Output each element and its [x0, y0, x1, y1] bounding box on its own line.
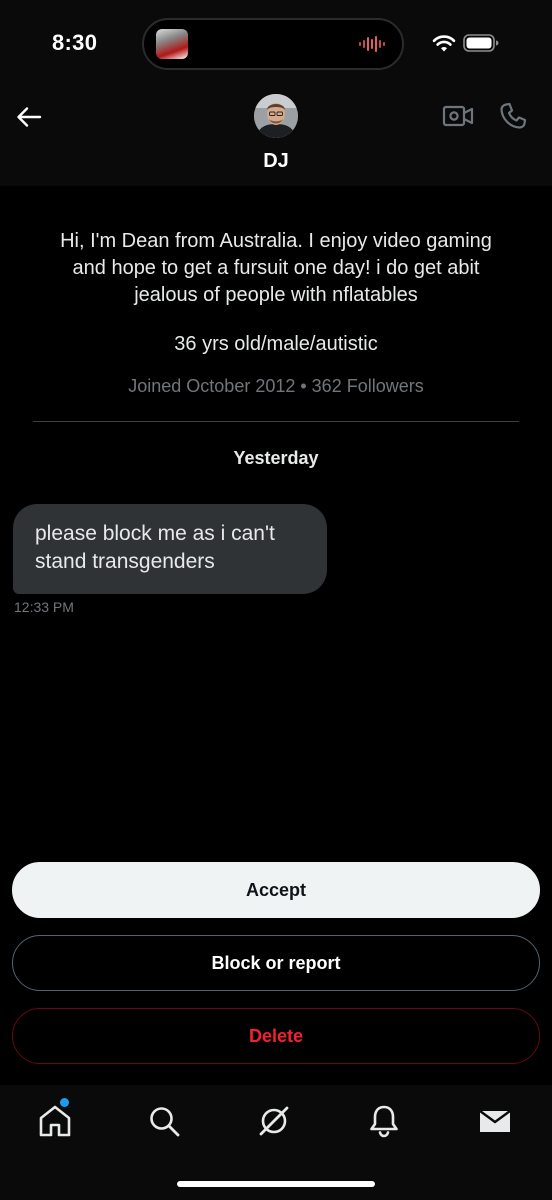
message-text-line: please block me as i can't — [35, 522, 275, 545]
bio-line: and hope to get a fursuit one day! i do … — [72, 257, 480, 279]
message-text-line: stand transgenders — [35, 550, 215, 573]
dynamic-island — [142, 18, 404, 70]
wifi-icon — [432, 35, 456, 52]
block-or-report-button[interactable]: Block or report — [12, 935, 540, 991]
divider — [33, 421, 519, 422]
battery-icon — [463, 34, 499, 52]
grok-icon[interactable] — [256, 1103, 292, 1139]
conversation-header: DJ — [0, 90, 552, 186]
bell-icon[interactable] — [366, 1103, 402, 1139]
bio-line: jealous of people with nflatables — [134, 284, 418, 306]
contact-name: DJ — [263, 150, 289, 172]
home-notification-dot — [60, 1098, 69, 1107]
status-time: 8:30 — [52, 30, 98, 55]
video-call-icon[interactable] — [442, 102, 474, 130]
profile-meta: Joined October 2012 • 362 Followers — [128, 376, 424, 396]
bio-line: Hi, I'm Dean from Australia. I enjoy vid… — [60, 230, 492, 252]
avatar[interactable] — [254, 94, 298, 138]
message-bubble[interactable]: please block me as i can't stand transge… — [13, 504, 327, 594]
audio-wave-icon — [359, 36, 385, 52]
mail-icon[interactable] — [477, 1103, 513, 1139]
phone-icon[interactable] — [498, 101, 528, 131]
status-bar: 8:30 — [0, 0, 552, 90]
search-icon[interactable] — [146, 1103, 182, 1139]
message-timestamp: 12:33 PM — [14, 599, 74, 615]
now-playing-artwork — [156, 29, 188, 59]
home-indicator[interactable] — [177, 1181, 375, 1187]
home-icon[interactable] — [37, 1103, 73, 1139]
delete-button[interactable]: Delete — [12, 1008, 540, 1064]
back-arrow-icon[interactable] — [16, 104, 42, 130]
date-separator: Yesterday — [233, 448, 319, 468]
avatar-photo — [254, 94, 298, 138]
profile-tags: 36 yrs old/male/autistic — [174, 333, 378, 355]
accept-button[interactable]: Accept — [12, 862, 540, 918]
profile-bio: Hi, I'm Dean from Australia. I enjoy vid… — [30, 228, 522, 309]
